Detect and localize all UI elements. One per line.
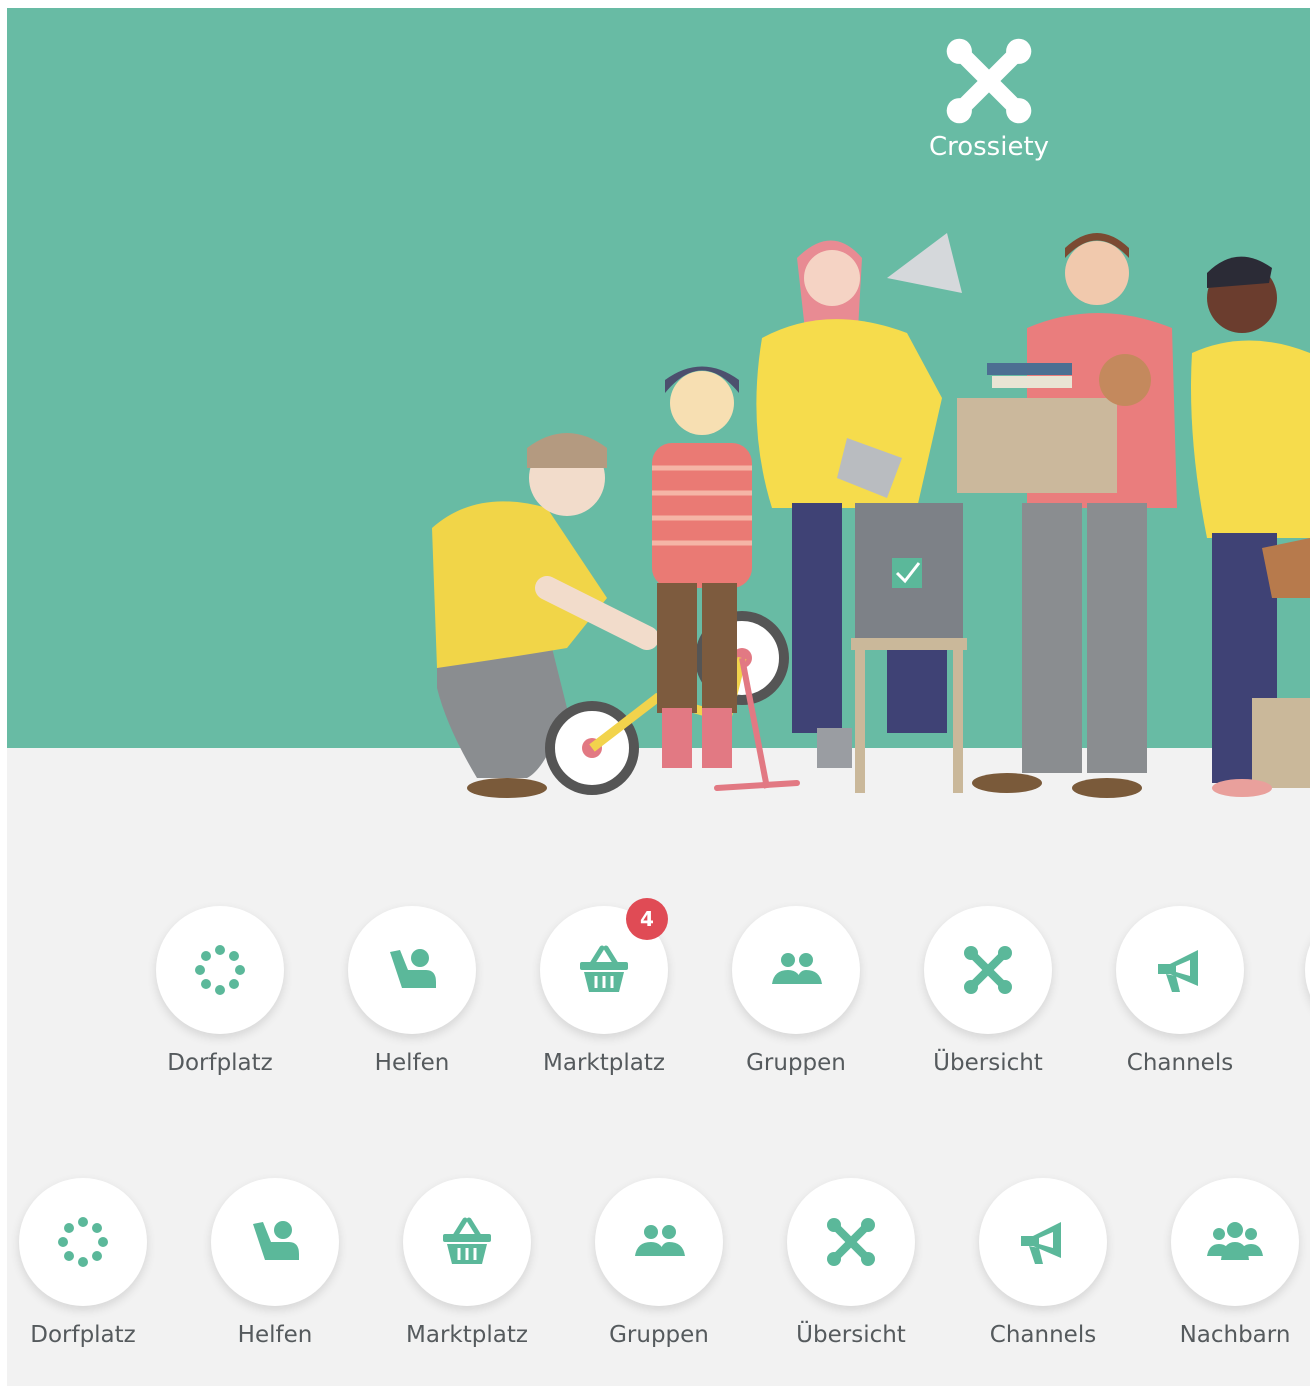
- man-box-figure: [957, 233, 1177, 798]
- nav-item-helfen[interactable]: Helfen: [322, 906, 502, 1076]
- nav-circle[interactable]: [595, 1178, 723, 1306]
- notification-badge: 4: [626, 898, 668, 940]
- helping-hand-icon: [253, 1221, 299, 1260]
- nav-item-helfen[interactable]: Helfen: [185, 1178, 365, 1348]
- brand-name: Crossiety: [928, 132, 1050, 162]
- megaphone-icon: [1158, 950, 1198, 992]
- nav-item-marktplatz[interactable]: 4 Marktplatz: [514, 898, 694, 1076]
- nav-label: Marktplatz: [543, 1050, 665, 1076]
- brand-header[interactable]: Crossiety: [917, 36, 1061, 162]
- people-icon: [635, 1225, 685, 1256]
- nav-label: Gruppen: [746, 1050, 846, 1076]
- nav-label: Dorfplatz: [30, 1322, 136, 1348]
- nav-circle[interactable]: [156, 906, 284, 1034]
- nav-label: Marktplatz: [406, 1322, 528, 1348]
- nav-item-uebersicht[interactable]: Übersicht: [898, 906, 1078, 1076]
- nav-item-marktplatz[interactable]: Marktplatz: [377, 1178, 557, 1348]
- nav-circle[interactable]: [348, 906, 476, 1034]
- app-frame: Crossiety Dorfplatz Helfen 4 Marktplatz …: [7, 8, 1310, 1386]
- nav-item-gruppen[interactable]: Gruppen: [569, 1178, 749, 1348]
- crossiety-x-icon: [827, 1218, 875, 1266]
- nav-item-partial[interactable]: [1305, 906, 1310, 1034]
- basket-icon: [580, 945, 628, 992]
- nav-label: Nachbarn: [1179, 1322, 1291, 1348]
- nav-circle[interactable]: [924, 906, 1052, 1034]
- nav-item-channels[interactable]: Channels: [953, 1178, 1133, 1348]
- nav-label: Übersicht: [796, 1322, 906, 1348]
- nav-circle[interactable]: [403, 1178, 531, 1306]
- nav-circle[interactable]: [19, 1178, 147, 1306]
- nav-label: Channels: [989, 1322, 1097, 1348]
- nav-circle[interactable]: [1171, 1178, 1299, 1306]
- nav-item-dorfplatz[interactable]: Dorfplatz: [7, 1178, 173, 1348]
- nav-circle[interactable]: [211, 1178, 339, 1306]
- nav-label: Übersicht: [933, 1050, 1043, 1076]
- nav-circle[interactable]: [979, 1178, 1107, 1306]
- nav-circle[interactable]: [1116, 906, 1244, 1034]
- nav-label: Helfen: [374, 1050, 450, 1076]
- nav-item-dorfplatz[interactable]: Dorfplatz: [130, 906, 310, 1076]
- nav-circle[interactable]: [732, 906, 860, 1034]
- people-icon: [772, 953, 822, 984]
- nav-item-gruppen[interactable]: Gruppen: [706, 906, 886, 1076]
- nav-item-nachbarn[interactable]: Nachbarn: [1145, 1178, 1310, 1348]
- woman-right-figure: [1191, 256, 1310, 797]
- dots-ring-icon: [58, 1217, 108, 1267]
- nav-item-uebersicht[interactable]: Übersicht: [761, 1178, 941, 1348]
- crossiety-x-icon: [964, 946, 1012, 994]
- nav-label: Helfen: [237, 1322, 313, 1348]
- basket-icon: [443, 1217, 491, 1264]
- nav-label: Channels: [1126, 1050, 1234, 1076]
- nav-label: Dorfplatz: [167, 1050, 273, 1076]
- nav-label: Gruppen: [609, 1322, 709, 1348]
- nav-primary: Dorfplatz Helfen 4 Marktplatz Gruppen Üb…: [7, 898, 1310, 1096]
- nav-circle[interactable]: [787, 1178, 915, 1306]
- neighbors-icon: [1207, 1222, 1263, 1260]
- helping-hand-icon: [390, 949, 436, 988]
- nav-secondary: Dorfplatz Helfen Marktplatz Gruppen Über…: [7, 1178, 1310, 1368]
- child-figure: [652, 366, 752, 768]
- nav-item-channels[interactable]: Channels: [1090, 906, 1270, 1076]
- dots-ring-icon: [195, 945, 245, 995]
- crossiety-logo-icon: [946, 38, 1032, 124]
- community-illustration: [432, 233, 1310, 798]
- nav-circle[interactable]: 4: [540, 898, 668, 1034]
- megaphone-icon: [1021, 1222, 1061, 1264]
